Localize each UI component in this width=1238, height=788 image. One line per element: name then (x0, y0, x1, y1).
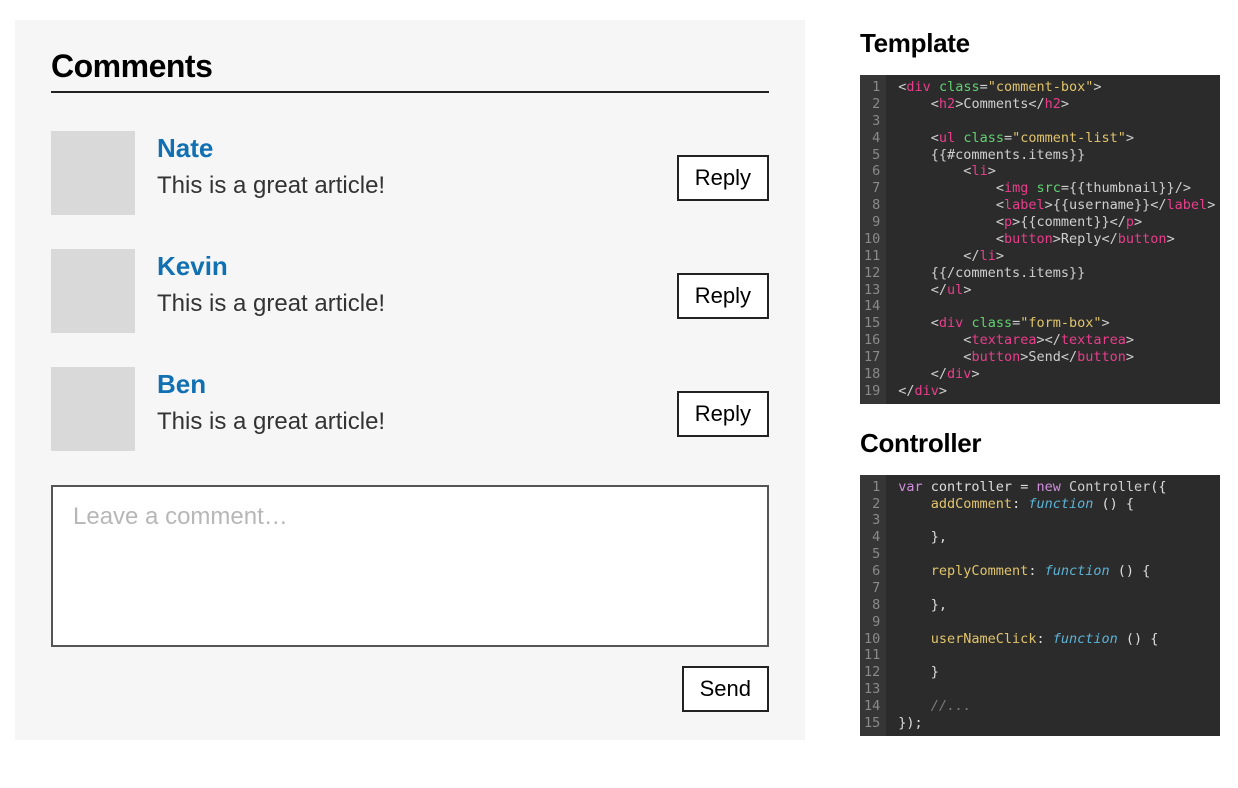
heading-rule (51, 91, 769, 93)
code-gutter: 1 2 3 4 5 6 7 8 9 10 11 12 13 14 15 16 1… (860, 75, 886, 404)
comment-list: Nate This is a great article! Reply Kevi… (51, 131, 769, 451)
username-link[interactable]: Nate (157, 133, 677, 164)
controller-heading: Controller (860, 428, 1220, 459)
comment-textarea[interactable] (51, 485, 769, 647)
comment-text: This is a great article! (157, 408, 677, 436)
form-box: Send (51, 485, 769, 712)
comment-text: This is a great article! (157, 290, 677, 318)
template-heading: Template (860, 28, 1220, 59)
avatar (51, 131, 135, 215)
reply-button[interactable]: Reply (677, 155, 769, 201)
username-link[interactable]: Kevin (157, 251, 677, 282)
avatar (51, 249, 135, 333)
code-gutter: 1 2 3 4 5 6 7 8 9 10 11 12 13 14 15 (860, 475, 886, 736)
comments-heading: Comments (51, 48, 769, 85)
send-button[interactable]: Send (682, 666, 769, 712)
comment-body: Kevin This is a great article! (157, 249, 677, 318)
comment-body: Nate This is a great article! (157, 131, 677, 200)
comment-body: Ben This is a great article! (157, 367, 677, 436)
controller-code-block: 1 2 3 4 5 6 7 8 9 10 11 12 13 14 15 var … (860, 475, 1220, 736)
comment-item: Kevin This is a great article! Reply (51, 249, 769, 333)
side-panel: Template 1 2 3 4 5 6 7 8 9 10 11 12 13 1… (860, 20, 1220, 760)
reply-button[interactable]: Reply (677, 273, 769, 319)
code-content: <div class="comment-box"> <h2>Comments</… (886, 75, 1220, 404)
avatar (51, 367, 135, 451)
comment-item: Ben This is a great article! Reply (51, 367, 769, 451)
template-code-block: 1 2 3 4 5 6 7 8 9 10 11 12 13 14 15 16 1… (860, 75, 1220, 404)
reply-button[interactable]: Reply (677, 391, 769, 437)
comment-box: Comments Nate This is a great article! R… (15, 20, 805, 740)
username-link[interactable]: Ben (157, 369, 677, 400)
code-content: var controller = new Controller({ addCom… (886, 475, 1176, 736)
comment-text: This is a great article! (157, 172, 677, 200)
comment-item: Nate This is a great article! Reply (51, 131, 769, 215)
